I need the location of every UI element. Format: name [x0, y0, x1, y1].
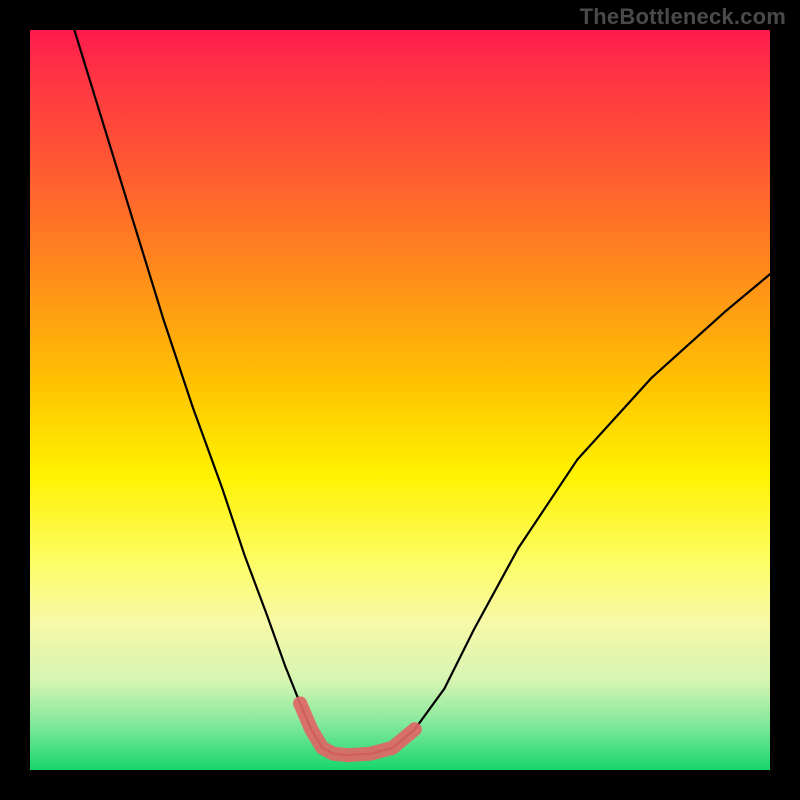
watermark-text: TheBottleneck.com — [580, 4, 786, 30]
bottleneck-curve — [74, 30, 770, 755]
chart-svg — [30, 30, 770, 770]
plot-area — [30, 30, 770, 770]
bottleneck-highlight — [300, 703, 415, 755]
chart-frame: TheBottleneck.com — [0, 0, 800, 800]
